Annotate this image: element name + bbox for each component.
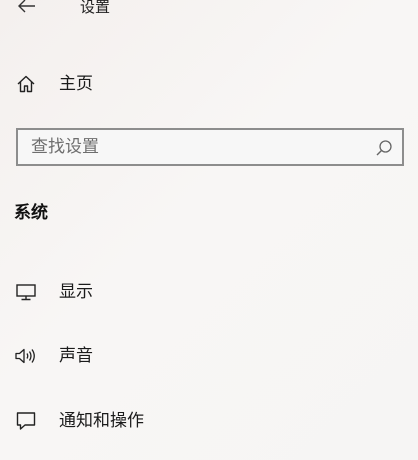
window-title: 设置 (80, 0, 111, 16)
nav-item-sound[interactable]: 声音 (0, 336, 418, 376)
search-icon[interactable] (374, 138, 394, 158)
search-input[interactable] (18, 130, 358, 164)
nav-label-home: 主页 (59, 74, 93, 94)
nav-label-display: 显示 (59, 282, 93, 302)
speaker-icon (14, 344, 38, 368)
nav-item-display[interactable]: 显示 (0, 272, 418, 312)
nav-label-notifications: 通知和操作 (59, 411, 144, 431)
notification-icon (14, 409, 38, 433)
back-button[interactable] (12, 0, 42, 22)
nav-label-sound: 声音 (59, 346, 93, 366)
section-heading: 系统 (14, 203, 48, 223)
title-bar: 设置 (0, 0, 418, 26)
search-box[interactable] (16, 128, 404, 166)
display-icon (14, 280, 38, 304)
nav-item-home[interactable]: 主页 (0, 64, 418, 104)
back-arrow-icon (18, 0, 36, 17)
nav-item-notifications[interactable]: 通知和操作 (0, 401, 418, 441)
home-icon (14, 72, 38, 96)
